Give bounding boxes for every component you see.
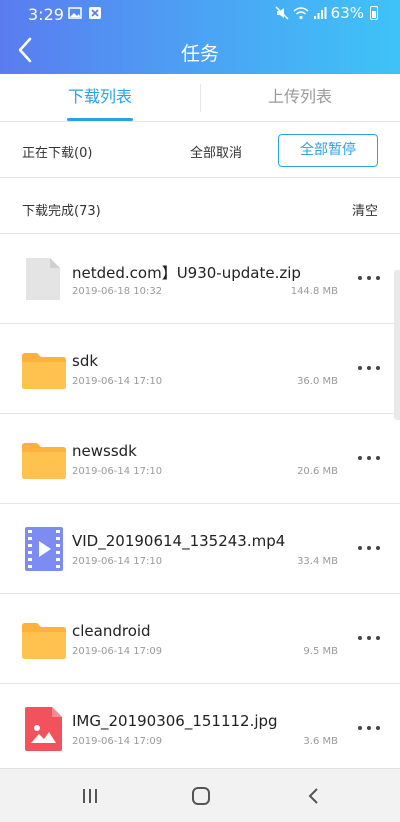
status-time: 3:29 (28, 5, 64, 24)
tab-bar: 下载列表 上传列表 (0, 74, 400, 122)
home-button[interactable] (181, 783, 221, 809)
more-options-button[interactable] (358, 450, 380, 466)
close-box-notification-icon (89, 7, 101, 19)
status-right: 63% (275, 4, 378, 22)
more-options-button[interactable] (358, 360, 380, 376)
completed-label: 下载完成(73) (22, 204, 101, 219)
file-size: 144.8 MB (290, 286, 338, 297)
list-item[interactable]: netded.com】U930-update.zip 2019-06-18 10… (0, 234, 400, 324)
file-date: 2019-06-18 10:32 (72, 286, 163, 297)
nav-back-icon (308, 788, 318, 804)
completed-file-list: netded.com】U930-update.zip 2019-06-18 10… (0, 234, 400, 774)
tab-upload-list[interactable]: 上传列表 (200, 74, 400, 122)
file-size: 33.4 MB (297, 556, 338, 567)
tab-download-list[interactable]: 下载列表 (0, 74, 200, 122)
active-tab-indicator (67, 118, 133, 121)
file-name: IMG_20190306_151112.jpg (72, 712, 278, 730)
file-name: sdk (72, 352, 99, 370)
battery-percentage: 63% (330, 4, 364, 22)
file-date: 2019-06-14 17:10 (72, 556, 163, 567)
more-options-button[interactable] (358, 630, 380, 646)
list-item[interactable]: cleandroid 2019-06-14 17:09 9.5 MB (0, 594, 400, 684)
file-name: netded.com】U930-update.zip (72, 264, 301, 282)
recent-apps-icon (83, 789, 97, 803)
scrollbar-handle[interactable] (394, 270, 400, 420)
nav-back-button[interactable] (294, 783, 334, 809)
file-size: 3.6 MB (303, 736, 338, 747)
file-name: VID_20190614_135243.mp4 (72, 532, 286, 550)
downloading-label: 正在下载(0) (22, 146, 93, 161)
home-icon (192, 787, 210, 805)
cancel-all-button[interactable]: 全部取消 (190, 142, 242, 161)
mute-icon (275, 6, 289, 20)
gallery-notification-icon (68, 7, 82, 19)
folder-icon (22, 353, 66, 389)
file-size: 20.6 MB (297, 466, 338, 477)
page-title: 任务 (180, 43, 219, 65)
more-options-button[interactable] (358, 540, 380, 556)
list-item[interactable]: IMG_20190306_151112.jpg 2019-06-14 17:09… (0, 684, 400, 774)
file-date: 2019-06-14 17:09 (72, 646, 163, 657)
recent-apps-button[interactable] (70, 783, 110, 809)
system-navigation-bar (0, 768, 400, 822)
more-options-button[interactable] (358, 270, 380, 286)
status-bar: 3:29 63% (0, 0, 400, 28)
video-file-icon (25, 527, 63, 571)
file-name: newssdk (72, 442, 137, 460)
battery-icon (370, 6, 378, 20)
file-name: cleandroid (72, 622, 151, 640)
clear-button[interactable]: 清空 (352, 200, 378, 219)
list-item[interactable]: VID_20190614_135243.mp4 2019-06-14 17:10… (0, 504, 400, 594)
file-size: 36.0 MB (297, 376, 338, 387)
image-file-icon (25, 707, 62, 751)
pause-all-button[interactable]: 全部暂停 (278, 134, 378, 167)
folder-icon (22, 623, 66, 659)
wifi-icon (293, 7, 309, 20)
signal-icon (313, 7, 327, 19)
app-header: 3:29 63% 任务 (0, 0, 400, 74)
file-date: 2019-06-14 17:10 (72, 376, 163, 387)
list-item[interactable]: sdk 2019-06-14 17:10 36.0 MB (0, 324, 400, 414)
folder-icon (22, 443, 66, 479)
completed-section-header: 下载完成(73) 清空 (0, 178, 400, 234)
list-item[interactable]: newssdk 2019-06-14 17:10 20.6 MB (0, 414, 400, 504)
zip-file-icon (26, 258, 60, 300)
more-options-button[interactable] (358, 720, 380, 736)
file-date: 2019-06-14 17:09 (72, 736, 163, 747)
file-date: 2019-06-14 17:10 (72, 466, 163, 477)
file-size: 9.5 MB (303, 646, 338, 657)
